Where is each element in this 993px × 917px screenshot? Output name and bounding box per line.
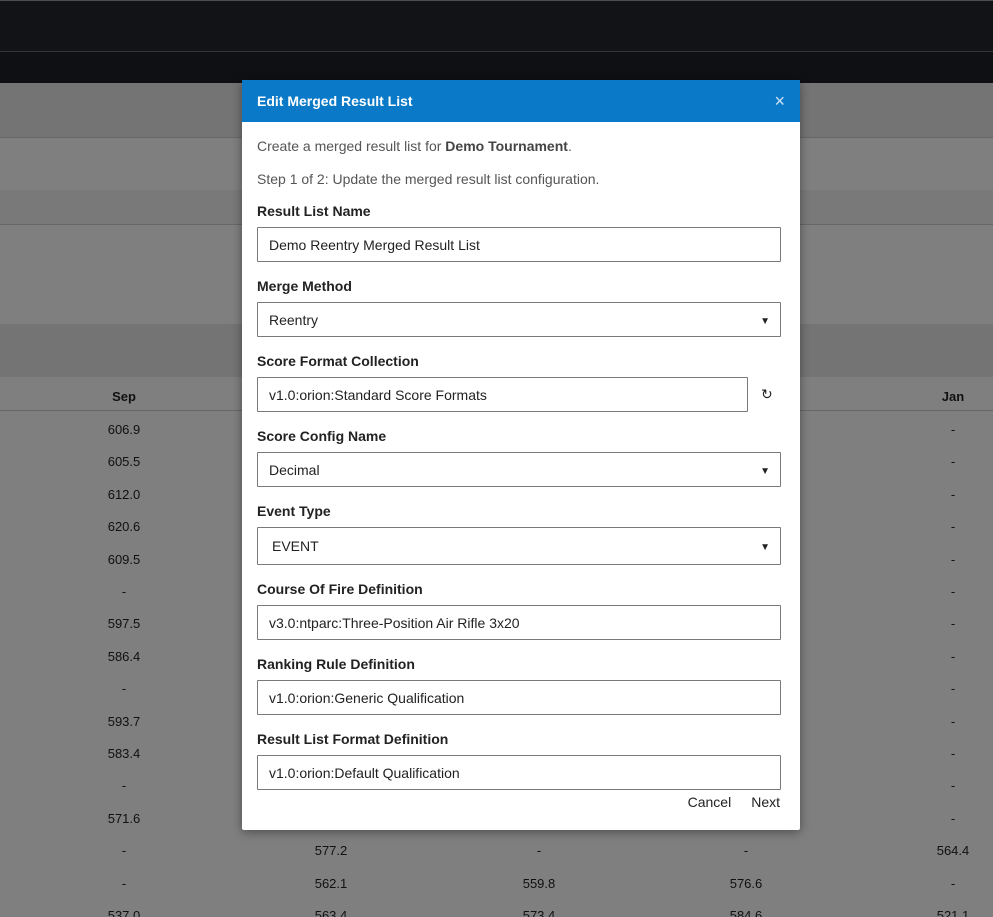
- intro-prefix: Create a merged result list for: [257, 138, 446, 154]
- score-format-collection-label: Score Format Collection: [257, 353, 419, 369]
- ranking-rule-value: v1.0:orion:Generic Qualification: [269, 689, 465, 706]
- dialog-body: Create a merged result list for Demo Tou…: [242, 138, 800, 790]
- merge-method-value: Reentry: [269, 311, 319, 328]
- score-format-collection-value: v1.0:orion:Standard Score Formats: [269, 386, 487, 403]
- refresh-icon[interactable]: ↻: [761, 386, 773, 403]
- chevron-down-icon: ▼: [760, 316, 770, 327]
- intro-suffix: .: [567, 138, 572, 154]
- event-type-label: Event Type: [257, 503, 331, 519]
- edit-merged-result-list-dialog: Edit Merged Result List × Create a merge…: [242, 80, 800, 830]
- ranking-rule-input[interactable]: v1.0:orion:Generic Qualification: [257, 680, 781, 715]
- course-of-fire-value: v3.0:ntparc:Three-Position Air Rifle 3x2…: [269, 614, 520, 631]
- result-list-format-label: Result List Format Definition: [257, 731, 449, 747]
- chevron-down-icon: ▼: [760, 466, 770, 477]
- event-type-select[interactable]: EVENT ▼: [257, 527, 781, 565]
- score-config-name-select[interactable]: Decimal ▼: [257, 452, 781, 487]
- dialog-header: Edit Merged Result List ×: [242, 80, 800, 122]
- next-button[interactable]: Next: [751, 794, 780, 810]
- score-config-name-value: Decimal: [269, 461, 320, 478]
- merge-method-select[interactable]: Reentry ▼: [257, 302, 781, 337]
- result-list-name-value: Demo Reentry Merged Result List: [269, 236, 480, 253]
- course-of-fire-label: Course Of Fire Definition: [257, 581, 423, 597]
- dialog-title: Edit Merged Result List: [257, 93, 413, 109]
- score-config-name-label: Score Config Name: [257, 428, 387, 444]
- event-type-value: EVENT: [272, 538, 319, 554]
- course-of-fire-input[interactable]: v3.0:ntparc:Three-Position Air Rifle 3x2…: [257, 605, 781, 640]
- intro-text: Create a merged result list for Demo Tou…: [257, 138, 785, 154]
- ranking-rule-label: Ranking Rule Definition: [257, 656, 415, 672]
- result-list-name-input[interactable]: Demo Reentry Merged Result List: [257, 227, 781, 262]
- step-text: Step 1 of 2: Update the merged result li…: [257, 171, 600, 187]
- tournament-name: Demo Tournament: [445, 138, 568, 154]
- dialog-footer: Cancel Next: [688, 794, 780, 810]
- cancel-button[interactable]: Cancel: [688, 794, 732, 810]
- result-list-format-value: v1.0:orion:Default Qualification: [269, 764, 460, 781]
- close-icon[interactable]: ×: [774, 92, 785, 110]
- result-list-name-label: Result List Name: [257, 203, 371, 219]
- result-list-format-input[interactable]: v1.0:orion:Default Qualification: [257, 755, 781, 790]
- score-format-collection-input[interactable]: v1.0:orion:Standard Score Formats: [257, 377, 748, 412]
- merge-method-label: Merge Method: [257, 278, 352, 294]
- chevron-down-icon: ▼: [760, 542, 770, 553]
- score-format-collection-row: v1.0:orion:Standard Score Formats ↻: [257, 377, 785, 412]
